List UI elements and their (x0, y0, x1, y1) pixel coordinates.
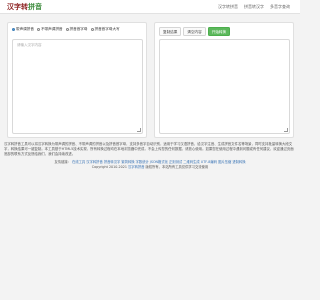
radio-icon[interactable] (36, 28, 40, 31)
nav-link-1[interactable]: 汉字转拼音 (218, 4, 238, 10)
copyright: Copyright 2010-2021 汉字转拼音 版权所有，本站所有工具仅供学… (0, 165, 300, 170)
logo-text-part1: 汉字转 (7, 2, 28, 11)
option-tone-pinyin[interactable]: 带声调拼音 (12, 27, 34, 32)
copyright-suffix: 版权所有，本站所有工具仅供学习交流使用 (145, 165, 209, 169)
radio-icon[interactable] (90, 28, 94, 31)
logo-text-part2: 拼音 (28, 2, 42, 11)
footer-link[interactable]: 正则测试 (169, 160, 182, 164)
footer-link[interactable]: 二维码生成 (183, 160, 199, 164)
footer-link[interactable]: 繁简转换 (121, 160, 134, 164)
radio-icon[interactable] (12, 28, 15, 31)
conversion-options: 带声调拼音 不带声调拼音 拼音首字母 拼音首字母大写 (12, 27, 120, 32)
footer-link[interactable]: 图片压缩 (218, 160, 231, 164)
nav-links: 汉字转拼音 拼音转汉字 多音字查询 (218, 4, 290, 10)
footer: 友情链接： 在线工具 汉字转拼音 拼音转汉字 繁简转换 字数统计 JSON格式化… (0, 160, 300, 170)
top-navbar: 汉字转拼音 汉字转拼音 拼音转汉字 多音字查询 (0, 0, 300, 14)
convert-button[interactable]: 开始转换 (207, 27, 231, 36)
input-placeholder: 请输入汉字内容 (17, 43, 42, 47)
copyright-text: Copyright 2010-2021 (91, 165, 127, 169)
input-panel: 带声调拼音 不带声调拼音 拼音首字母 拼音首字母大写 请输入汉字内容 (7, 22, 147, 138)
footer-link[interactable]: 字数统计 (136, 160, 149, 164)
radio-icon[interactable] (65, 28, 69, 31)
action-buttons: 复制结果 清空内容 开始转换 (159, 27, 231, 36)
footer-link[interactable]: JSON格式化 (150, 160, 168, 164)
friend-links-label: 友情链接： (54, 160, 71, 164)
option-plain-pinyin[interactable]: 不带声调拼音 (36, 27, 63, 32)
chinese-input-textarea[interactable]: 请输入汉字内容 (12, 39, 143, 134)
pinyin-output-textarea[interactable] (159, 39, 290, 134)
option-label: 不带声调拼音 (40, 27, 63, 31)
nav-link-2[interactable]: 拼音转汉字 (244, 4, 264, 10)
site-logo[interactable]: 汉字转拼音 (7, 2, 42, 12)
option-initials[interactable]: 拼音首字母 (65, 27, 88, 32)
nav-link-3[interactable]: 多音字查询 (270, 4, 290, 10)
copy-result-button[interactable]: 复制结果 (159, 27, 182, 36)
resize-handle-icon[interactable] (137, 128, 141, 132)
option-label: 拼音首字母大写 (94, 27, 120, 31)
option-label: 带声调拼音 (16, 27, 34, 31)
footer-link[interactable]: UTF-8编码 (201, 160, 217, 164)
option-initials-upper[interactable]: 拼音首字母大写 (90, 27, 120, 32)
option-label: 拼音首字母 (69, 27, 88, 31)
clear-content-button[interactable]: 清空内容 (183, 27, 206, 36)
resize-handle-icon[interactable] (284, 128, 288, 132)
footer-link[interactable]: 在线工具 (72, 160, 85, 164)
footer-link[interactable]: 进制转换 (232, 160, 245, 164)
footer-link[interactable]: 拼音转汉字 (104, 160, 120, 164)
copyright-link[interactable]: 汉字转拼音 (128, 165, 144, 169)
tool-description: 汉字转拼音工具可以将汉字转换为带声调的拼音、不带声调的拼音以及拼音首字母，支持多… (4, 142, 294, 156)
footer-link[interactable]: 汉字转拼音 (86, 160, 102, 164)
output-panel: 复制结果 清空内容 开始转换 (154, 22, 294, 138)
